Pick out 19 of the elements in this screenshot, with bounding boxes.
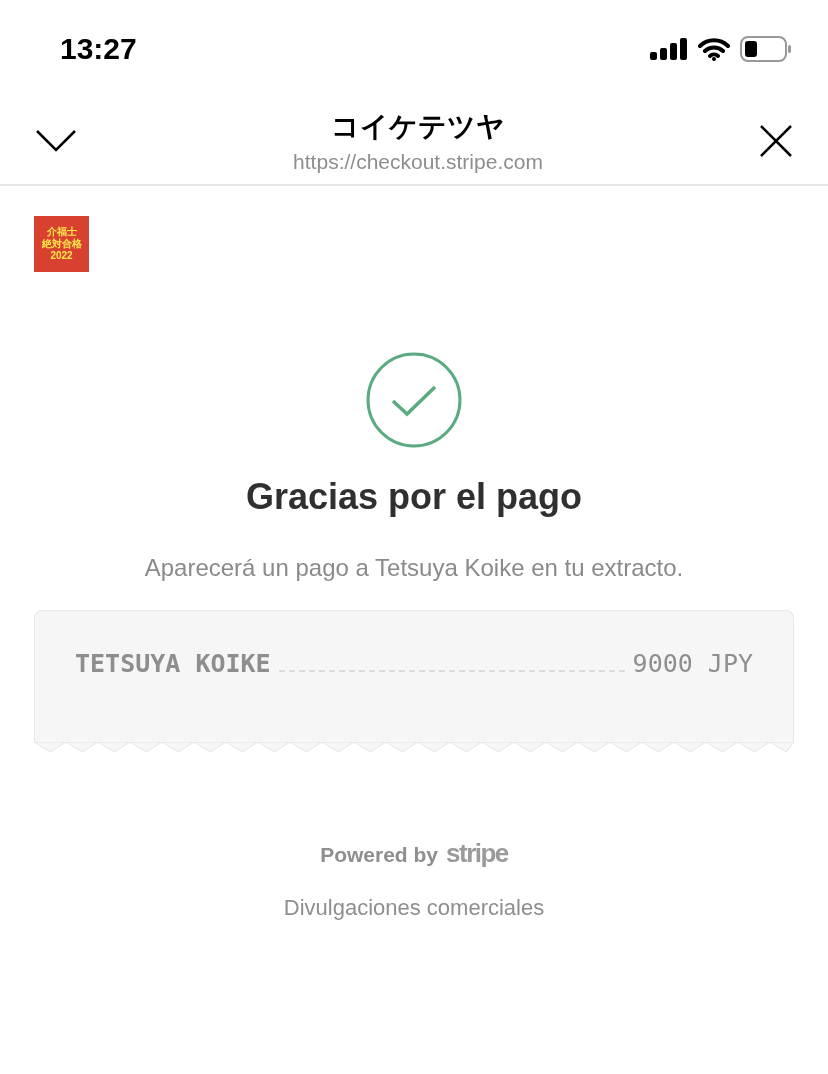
page-title: コイケテツヤ (331, 110, 505, 144)
page-url: https://checkout.stripe.com (293, 150, 543, 174)
status-time: 13:27 (60, 32, 137, 66)
payment-amount: 9000 JPY (632, 649, 753, 678)
close-icon[interactable] (760, 125, 792, 157)
logo-text: 絶対合格 (41, 238, 82, 250)
stripe-logo[interactable]: stripe (446, 838, 508, 869)
confirmation-title: Gracias por el pago (245, 476, 583, 518)
wifi-icon (698, 37, 730, 61)
confirmation-message: Aparecerá un pago a Tetsuya Koike en tu extracto. (144, 554, 684, 582)
powered-by-text: Powered by (320, 843, 438, 867)
commercial-disclosures-link[interactable]: Divulgaciones comerciales (283, 895, 545, 921)
statement-descriptor: TETSUYA KOIKE (75, 649, 271, 678)
battery-icon (740, 36, 792, 62)
logo-text: 2022 (50, 250, 73, 262)
logo-text: 介福士 (46, 226, 77, 238)
chevron-down-icon[interactable] (36, 130, 76, 152)
checkmark-circle-icon (366, 352, 462, 448)
signal-icon (650, 38, 688, 60)
